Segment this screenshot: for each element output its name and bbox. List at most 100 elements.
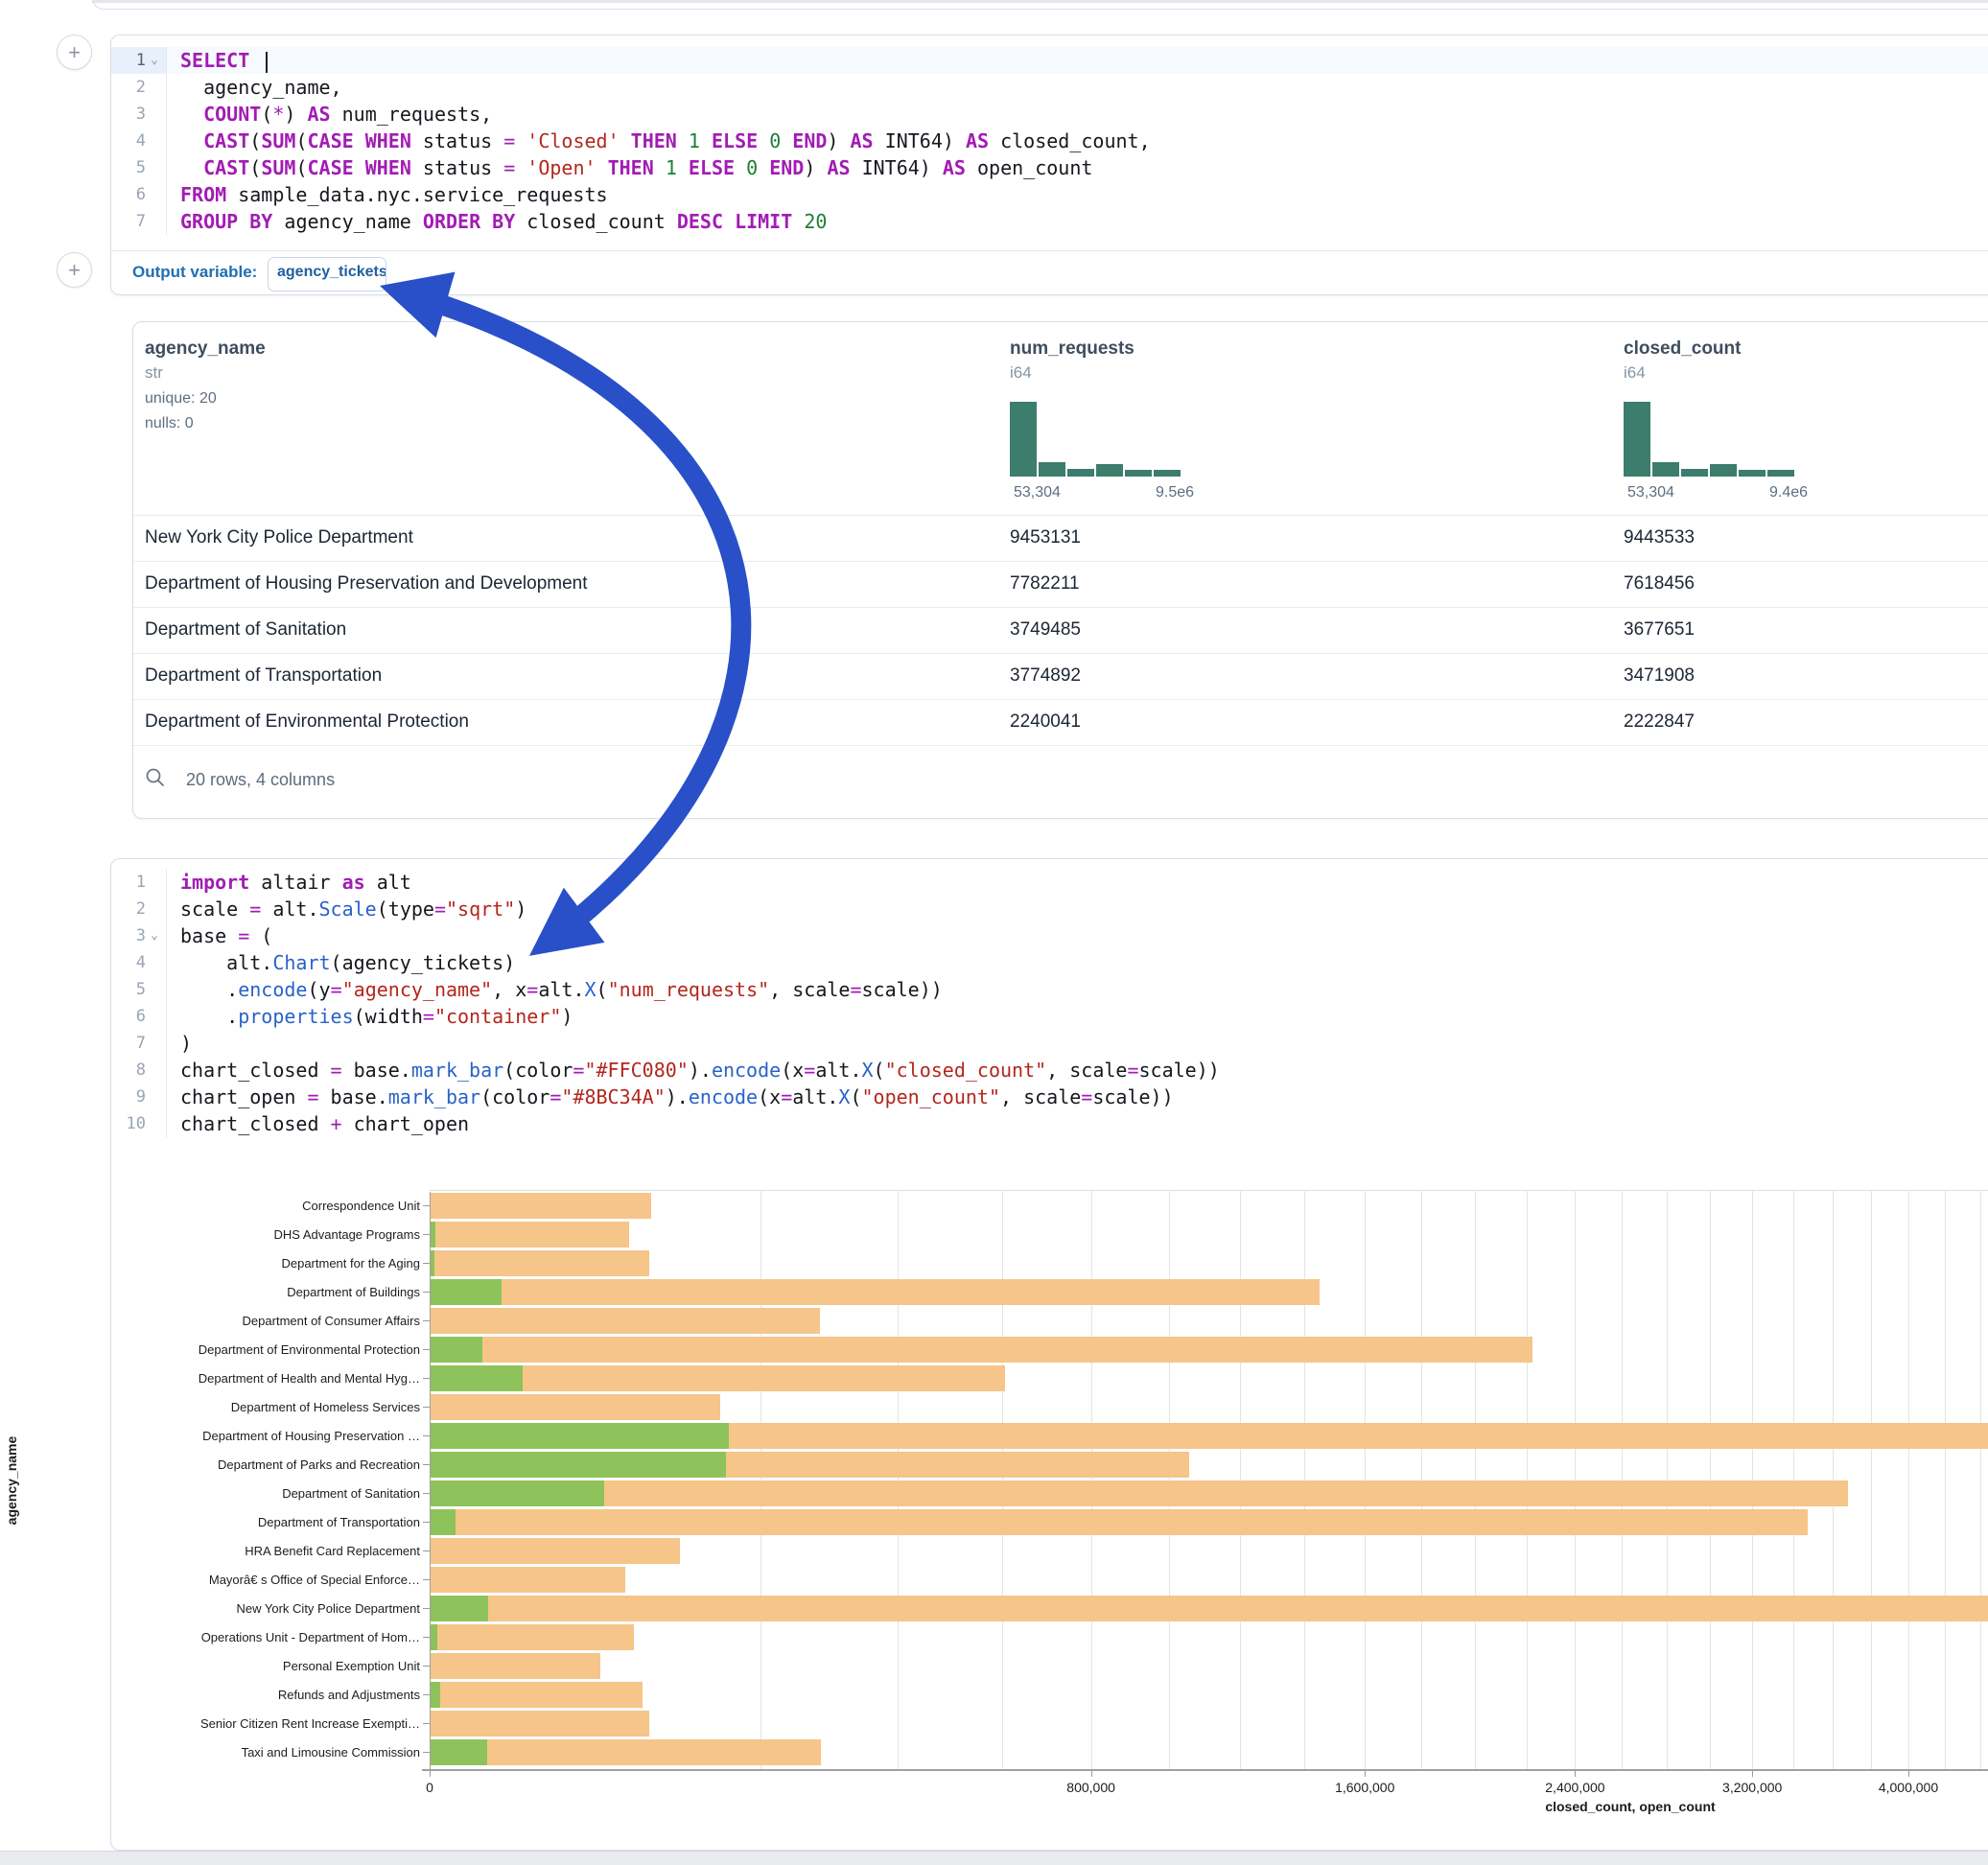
add-cell-button-output[interactable]: + (57, 252, 92, 288)
code-token: "#8BC34A" (561, 1085, 665, 1108)
code-token: import (180, 871, 249, 894)
code-token: WHEN (365, 129, 411, 152)
code-text: CAST(SUM(CASE WHEN status = 'Closed' THE… (167, 128, 1151, 154)
table-footer-text: 20 rows, 4 columns (186, 770, 335, 790)
line-number: 10 (111, 1110, 146, 1137)
code-token: agency_name (272, 210, 423, 233)
code-line: 9chart_open = base.mark_bar(color="#8BC3… (111, 1084, 1988, 1110)
fold-spacer (146, 128, 163, 154)
code-token: (color (480, 1085, 550, 1108)
code-token: closed_count, (989, 129, 1151, 152)
code-token: = (1127, 1059, 1138, 1082)
code-token: INT64) (851, 156, 943, 179)
code-token: ( (295, 129, 307, 152)
code-token: COUNT (203, 103, 261, 126)
line-number: 1 (111, 47, 146, 74)
code-token: 1 (689, 129, 700, 152)
table-cell: 3677651 (1624, 619, 1695, 641)
code-line: 7GROUP BY agency_name ORDER BY closed_co… (111, 208, 1988, 235)
sql-code-editor[interactable]: 1⌄SELECT 2 agency_name,3 COUNT(*) AS num… (111, 47, 1988, 235)
histogram-bar (1681, 469, 1708, 477)
fold-spacer (146, 896, 163, 922)
code-token: properties (238, 1005, 353, 1028)
code-token: CASE (307, 156, 353, 179)
code-token: , scale (1000, 1085, 1081, 1108)
table-row-agency: Department of Housing Preservation and D… (145, 573, 588, 594)
code-token: closed_count (515, 210, 677, 233)
code-token: ORDER (423, 210, 480, 233)
code-token: CAST (203, 129, 249, 152)
code-token (515, 129, 526, 152)
code-token (781, 129, 792, 152)
code-token: BY (492, 210, 515, 233)
code-token: ( (596, 978, 608, 1001)
code-token: ELSE (689, 156, 735, 179)
fold-chevron-icon[interactable]: ⌄ (146, 922, 163, 949)
code-text: CAST(SUM(CASE WHEN status = 'Open' THEN … (167, 154, 1092, 181)
line-gutter: 4 (111, 128, 167, 154)
column-name: agency_name (145, 338, 266, 360)
line-number: 5 (111, 976, 146, 1003)
code-token: (x (781, 1059, 804, 1082)
code-text: base = ( (167, 922, 272, 949)
code-token: GROUP (180, 210, 238, 233)
fold-chevron-icon[interactable]: ⌄ (146, 47, 163, 74)
code-token: base (180, 924, 238, 947)
line-gutter: 1 (111, 869, 167, 896)
code-token: WHEN (365, 156, 411, 179)
code-token: "#FFC080" (584, 1059, 688, 1082)
output-variable-input[interactable]: agency_tickets (268, 257, 386, 291)
code-token: base. (342, 1059, 411, 1082)
code-token: ( (249, 924, 272, 947)
python-code-editor[interactable]: 1import altair as alt2scale = alt.Scale(… (111, 869, 1988, 1137)
line-number: 1 (111, 869, 146, 896)
code-token: encode (238, 978, 307, 1001)
y-axis-title: agency_name (4, 1337, 19, 1624)
histogram-bar (1624, 402, 1650, 477)
code-token: = (850, 978, 861, 1001)
code-token: altair (249, 871, 341, 894)
code-token: = (550, 1085, 561, 1108)
code-text: .encode(y="agency_name", x=alt.X("num_re… (167, 976, 943, 1003)
row-divider (133, 653, 1988, 654)
code-token: , x (492, 978, 526, 1001)
code-token: AS (851, 129, 874, 152)
histogram-bar (1125, 470, 1152, 477)
code-token: base. (319, 1085, 388, 1108)
code-token: alt. (180, 951, 272, 974)
table-row-agency: Department of Transportation (145, 665, 382, 687)
histogram-bar (1739, 470, 1766, 477)
code-line: 4 alt.Chart(agency_tickets) (111, 949, 1988, 976)
row-divider (133, 515, 1988, 516)
column-type: i64 (1010, 363, 1032, 383)
row-divider (133, 699, 1988, 700)
code-token: (type (377, 898, 434, 921)
code-token: = (781, 1085, 792, 1108)
fold-spacer (146, 74, 163, 101)
code-token (792, 210, 804, 233)
code-line: 8chart_closed = base.mark_bar(color="#FF… (111, 1057, 1988, 1084)
code-token: 0 (769, 129, 781, 152)
fold-spacer (146, 181, 163, 208)
code-token: ( (261, 103, 272, 126)
fold-spacer (146, 1110, 163, 1137)
code-token: X (585, 978, 596, 1001)
table-cell: 3774892 (1010, 665, 1081, 687)
output-variable-row: Output variable: agency_tickets (111, 250, 1988, 295)
code-token: ) (561, 1005, 573, 1028)
search-icon[interactable] (145, 767, 166, 788)
code-token: , scale (769, 978, 850, 1001)
column-name: closed_count (1624, 338, 1741, 360)
code-text: .properties(width="container") (167, 1003, 573, 1030)
code-token: END (769, 156, 804, 179)
code-token: ( (850, 1085, 861, 1108)
code-token (515, 156, 526, 179)
table-footer: 20 rows, 4 columns (133, 745, 1988, 818)
code-token: FROM (180, 183, 226, 206)
code-token: num_requests, (331, 103, 493, 126)
add-cell-button-top[interactable]: + (57, 35, 92, 70)
code-token: (x (758, 1085, 781, 1108)
line-gutter: 2 (111, 74, 167, 101)
row-divider (133, 607, 1988, 608)
sql-cell-card: 1⌄SELECT 2 agency_name,3 COUNT(*) AS num… (110, 35, 1988, 295)
